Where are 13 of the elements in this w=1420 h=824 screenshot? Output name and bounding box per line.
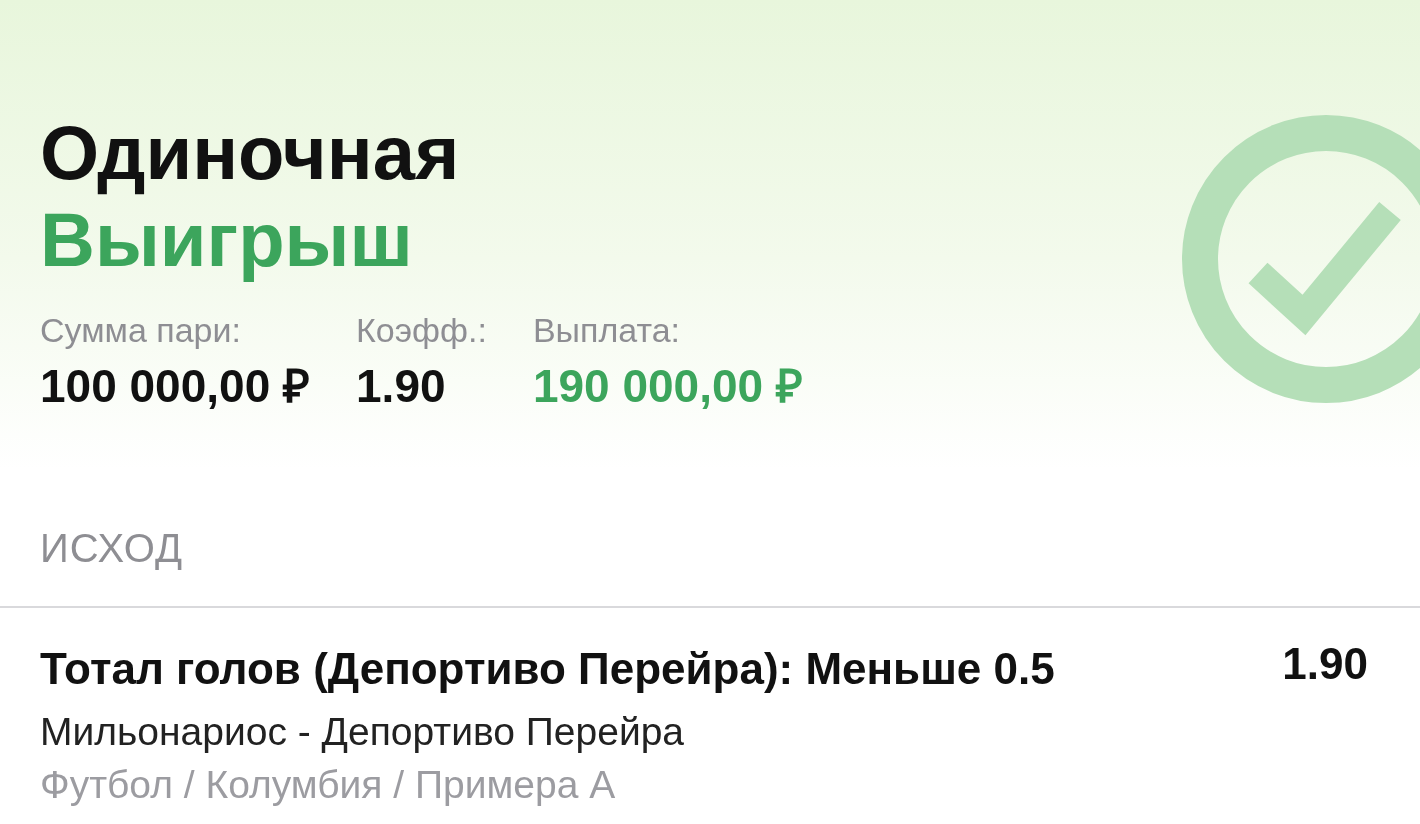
stat-label: Коэфф.: — [356, 310, 487, 350]
outcome-selection: Тотал голов (Депортиво Перейра): Меньше 0.5 — [40, 644, 1055, 695]
category-path: Футбол / Колумбия / Примера А — [40, 763, 616, 809]
outcome-odds: 1.90 — [1282, 639, 1368, 690]
stat-value: 190 000,00 ₽ — [532, 359, 803, 413]
stat-value: 1.90 — [356, 359, 446, 413]
match-name: Мильонариос - Депортиво Перейра — [40, 709, 685, 755]
stat-label: Сумма пари: — [40, 310, 241, 350]
section-title: ИСХОД — [40, 525, 184, 571]
result-status: Выигрыш — [40, 196, 413, 284]
bet-type-title: Одиночная — [40, 109, 460, 197]
stat-value: 100 000,00 ₽ — [40, 359, 310, 413]
stat-label: Выплата: — [532, 310, 680, 350]
